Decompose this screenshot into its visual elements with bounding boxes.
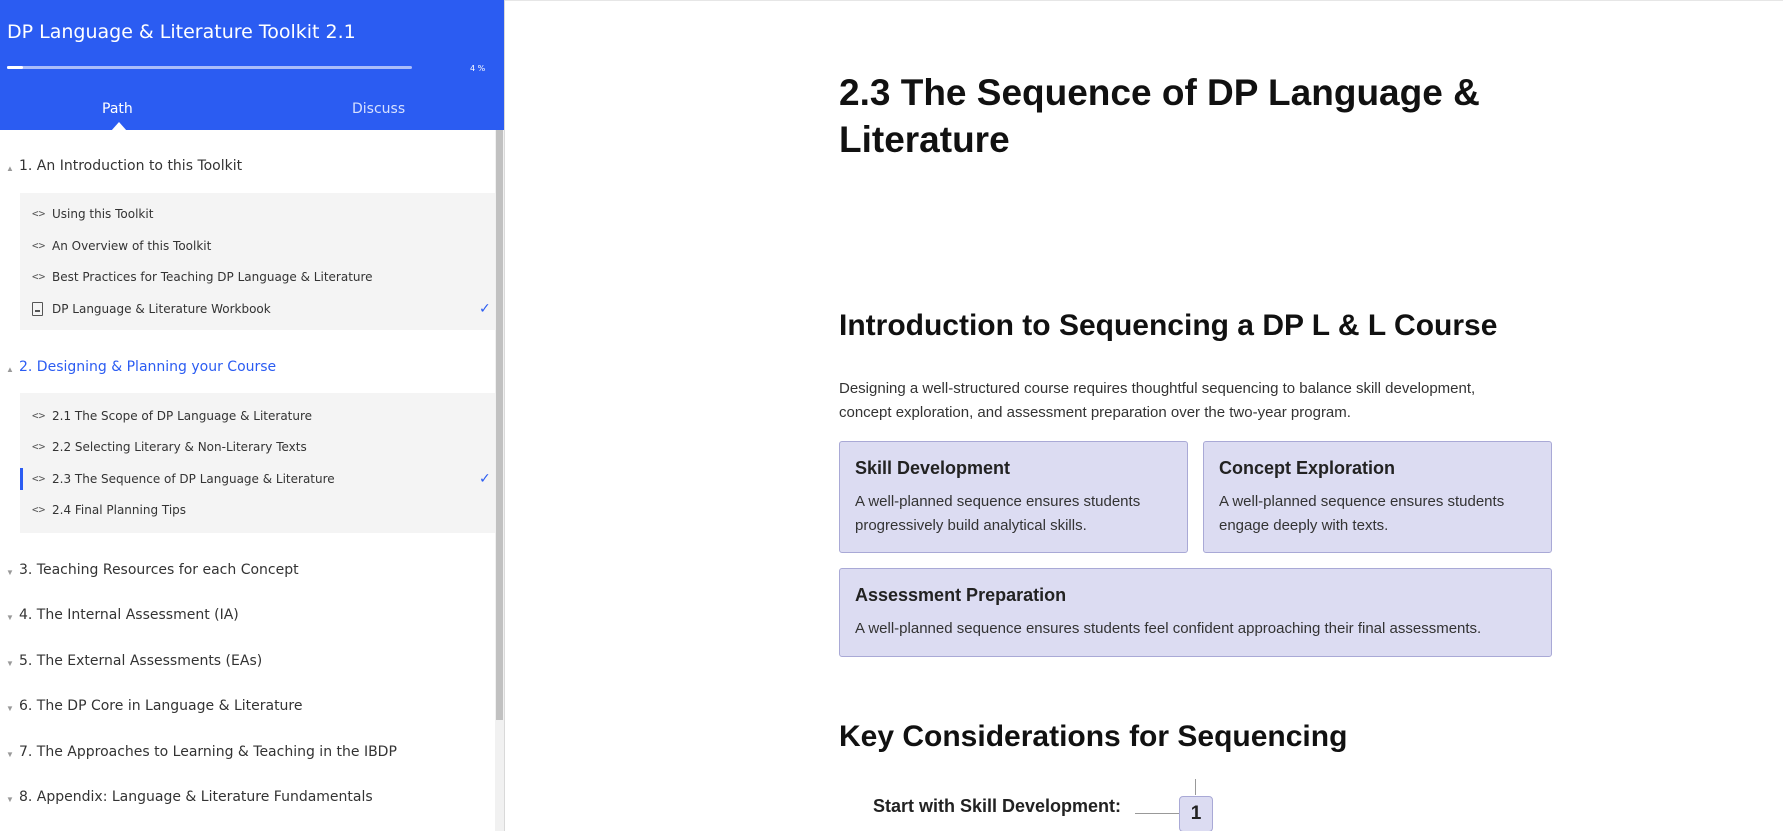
list-item[interactable]: <> An Overview of this Toolkit xyxy=(20,237,495,257)
check-icon: ✓ xyxy=(479,300,491,316)
triangle-down-icon: ▼ xyxy=(6,795,14,804)
item-label: An Overview of this Toolkit xyxy=(52,239,212,253)
tab-discuss[interactable]: Discuss xyxy=(352,101,405,117)
active-tab-caret xyxy=(111,122,127,131)
list-item[interactable]: <> 2.4 Final Planning Tips xyxy=(20,501,495,521)
sidebar: DP Language & Literature Toolkit 2.1 4 %… xyxy=(0,0,505,831)
code-icon: <> xyxy=(32,239,46,252)
section-2-items: <> 2.1 The Scope of DP Language & Litera… xyxy=(20,393,495,533)
progress-bar xyxy=(7,66,412,69)
section-5[interactable]: ▼ 5. The External Assessments (EAs) xyxy=(0,653,495,675)
item-label: 2.1 The Scope of DP Language & Literatur… xyxy=(52,409,313,423)
course-title: DP Language & Literature Toolkit 2.1 xyxy=(7,21,356,43)
triangle-down-icon: ▼ xyxy=(6,750,14,759)
card-body: A well-planned sequence ensures students… xyxy=(855,620,1482,637)
step-connector xyxy=(1135,813,1179,814)
list-item[interactable]: <> Using this Toolkit xyxy=(20,205,495,225)
check-icon: ✓ xyxy=(479,470,491,486)
list-item[interactable]: <> 2.1 The Scope of DP Language & Litera… xyxy=(20,407,495,427)
progress-fill xyxy=(7,66,24,69)
section-2[interactable]: ▲ 2. Designing & Planning your Course xyxy=(0,359,495,381)
triangle-up-icon: ▲ xyxy=(6,164,14,173)
pdf-icon xyxy=(32,302,43,316)
item-label: DP Language & Literature Workbook xyxy=(52,302,271,316)
triangle-down-icon: ▼ xyxy=(6,568,14,577)
section-title: 2. Designing & Planning your Course xyxy=(19,359,277,375)
section-title: 5. The External Assessments (EAs) xyxy=(19,653,263,669)
triangle-down-icon: ▼ xyxy=(6,704,14,713)
section-1[interactable]: ▲ 1. An Introduction to this Toolkit xyxy=(0,158,495,180)
intro-heading: Introduction to Sequencing a DP L & L Co… xyxy=(839,309,1498,342)
page-title: 2.3 The Sequence of DP Language & Litera… xyxy=(839,72,1480,160)
section-7[interactable]: ▼ 7. The Approaches to Learning & Teachi… xyxy=(0,744,495,766)
list-item-current[interactable]: <> 2.3 The Sequence of DP Language & Lit… xyxy=(20,468,495,490)
main-content: 2.3 The Sequence of DP Language & Litera… xyxy=(505,0,1783,831)
code-icon: <> xyxy=(32,503,46,516)
scrollbar-thumb[interactable] xyxy=(496,130,503,720)
section-1-items: <> Using this Toolkit <> An Overview of … xyxy=(20,193,495,330)
item-label: 2.2 Selecting Literary & Non-Literary Te… xyxy=(52,440,307,454)
card-assessment-preparation: Assessment Preparation A well-planned se… xyxy=(839,568,1552,657)
section-3[interactable]: ▼ 3. Teaching Resources for each Concept xyxy=(0,562,495,584)
list-item[interactable]: <> 2.2 Selecting Literary & Non-Literary… xyxy=(20,438,495,458)
section-title: 1. An Introduction to this Toolkit xyxy=(19,158,243,174)
card-skill-development: Skill Development A well-planned sequenc… xyxy=(839,441,1188,553)
triangle-down-icon: ▼ xyxy=(6,659,14,668)
card-title: Skill Development xyxy=(855,458,1011,478)
item-label: 2.4 Final Planning Tips xyxy=(52,503,187,517)
card-title: Assessment Preparation xyxy=(855,585,1067,605)
card-concept-exploration: Concept Exploration A well-planned seque… xyxy=(1203,441,1552,553)
section-title: 8. Appendix: Language & Literature Funda… xyxy=(19,789,373,805)
triangle-down-icon: ▼ xyxy=(6,613,14,622)
section-title: 7. The Approaches to Learning & Teaching… xyxy=(19,744,397,760)
triangle-up-icon: ▲ xyxy=(6,365,14,374)
section-6[interactable]: ▼ 6. The DP Core in Language & Literatur… xyxy=(0,698,495,720)
item-label: Using this Toolkit xyxy=(52,207,154,221)
tab-path[interactable]: Path xyxy=(102,101,133,117)
sidebar-scrollbar[interactable] xyxy=(495,130,504,831)
code-icon: <> xyxy=(32,409,46,422)
list-item[interactable]: DP Language & Literature Workbook ✓ xyxy=(20,300,495,320)
section-title: 4. The Internal Assessment (IA) xyxy=(19,607,239,623)
item-label: Best Practices for Teaching DP Language … xyxy=(52,270,373,284)
step-number-badge: 1 xyxy=(1179,796,1213,831)
section-8[interactable]: ▼ 8. Appendix: Language & Literature Fun… xyxy=(0,789,495,811)
sidebar-header: DP Language & Literature Toolkit 2.1 4 %… xyxy=(0,0,504,131)
progress-label: 4 % xyxy=(470,64,486,73)
section-title: 3. Teaching Resources for each Concept xyxy=(19,562,299,578)
item-label: 2.3 The Sequence of DP Language & Litera… xyxy=(52,472,335,486)
card-body: A well-planned sequence ensures students… xyxy=(1219,493,1505,534)
step-connector-vertical xyxy=(1195,779,1196,795)
current-item-indicator xyxy=(20,468,23,490)
card-body: A well-planned sequence ensures students… xyxy=(855,493,1141,534)
code-icon: <> xyxy=(32,270,46,283)
card-title: Concept Exploration xyxy=(1219,458,1396,478)
code-icon: <> xyxy=(32,207,46,220)
key-considerations-heading: Key Considerations for Sequencing xyxy=(839,720,1348,753)
section-title: 6. The DP Core in Language & Literature xyxy=(19,698,303,714)
step-label: Start with Skill Development: xyxy=(873,796,1122,816)
code-icon: <> xyxy=(32,472,46,485)
intro-paragraph: Designing a well-structured course requi… xyxy=(839,380,1476,421)
list-item[interactable]: <> Best Practices for Teaching DP Langua… xyxy=(20,268,495,288)
code-icon: <> xyxy=(32,440,46,453)
section-4[interactable]: ▼ 4. The Internal Assessment (IA) xyxy=(0,607,495,629)
